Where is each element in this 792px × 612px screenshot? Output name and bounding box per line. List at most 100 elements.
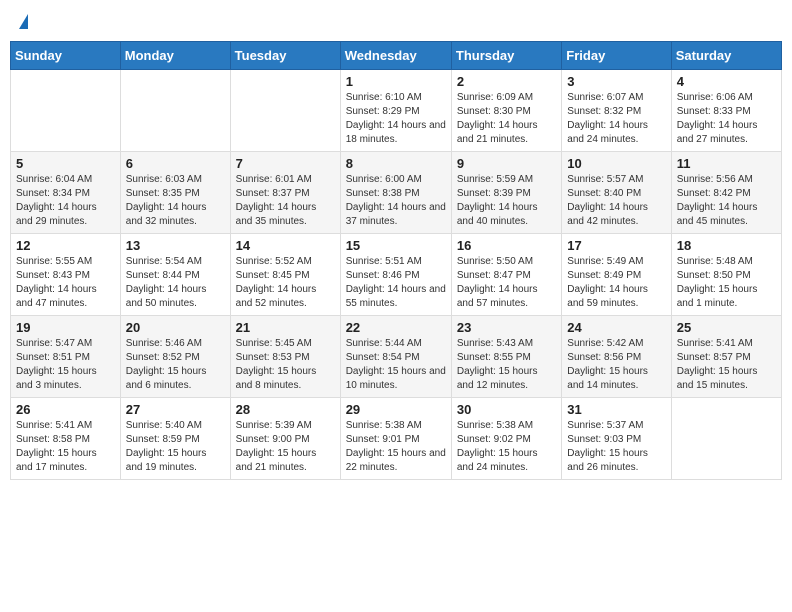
calendar-week-row: 19 Sunrise: 5:47 AMSunset: 8:51 PMDayligh… (11, 316, 782, 398)
calendar-week-row: 26Sunrise: 5:41 AMSunset: 8:58 PMDayligh… (11, 398, 782, 480)
day-info: Sunrise: 5:45 AMSunset: 8:53 PMDaylight:… (236, 337, 335, 393)
day-info: Sunrise: 5:38 AMSunset: 9:02 PMDaylight:… (457, 419, 556, 475)
calendar-week-row: 12 Sunrise: 5:55 AMSunset: 8:43 PMDayligh… (11, 234, 782, 316)
day-number: 16 (457, 238, 556, 253)
day-info: Sunrise: 5:46 AMSunset: 8:52 PMDaylight:… (126, 337, 225, 393)
calendar-cell (120, 70, 230, 152)
calendar-cell: 13 Sunrise: 5:54 AMSunset: 8:44 PMDayligh… (120, 234, 230, 316)
day-info: Sunrise: 6:09 AMSunset: 8:30 PMDaylight:… (457, 91, 556, 147)
day-info: Sunrise: 5:50 AMSunset: 8:47 PMDaylight:… (457, 255, 556, 311)
day-info: Sunrise: 5:51 AMSunset: 8:46 PMDaylight:… (346, 255, 446, 311)
page-header (10, 10, 782, 33)
day-number: 30 (457, 402, 556, 417)
day-number: 20 (126, 320, 225, 335)
day-number: 8 (346, 156, 446, 171)
calendar-header-row: SundayMondayTuesdayWednesdayThursdayFrid… (11, 42, 782, 70)
calendar-cell: 2 Sunrise: 6:09 AMSunset: 8:30 PMDaylight… (451, 70, 561, 152)
day-number: 2 (457, 74, 556, 89)
day-info: Sunrise: 5:57 AMSunset: 8:40 PMDaylight:… (567, 173, 665, 229)
calendar-cell: 7 Sunrise: 6:01 AMSunset: 8:37 PMDaylight… (230, 152, 340, 234)
calendar-cell: 15 Sunrise: 5:51 AMSunset: 8:46 PMDayligh… (340, 234, 451, 316)
calendar-cell: 5Sunrise: 6:04 AMSunset: 8:34 PMDaylight… (11, 152, 121, 234)
day-number: 5 (16, 156, 115, 171)
day-info: Sunrise: 5:40 AMSunset: 8:59 PMDaylight:… (126, 419, 225, 475)
day-number: 18 (677, 238, 776, 253)
day-number: 19 (16, 320, 115, 335)
day-info: Sunrise: 5:39 AMSunset: 9:00 PMDaylight:… (236, 419, 335, 475)
calendar-cell: 21 Sunrise: 5:45 AMSunset: 8:53 PMDayligh… (230, 316, 340, 398)
calendar-cell: 24Sunrise: 5:42 AMSunset: 8:56 PMDayligh… (562, 316, 671, 398)
weekday-header-sunday: Sunday (11, 42, 121, 70)
calendar-cell: 1 Sunrise: 6:10 AMSunset: 8:29 PMDaylight… (340, 70, 451, 152)
calendar-cell (671, 398, 781, 480)
calendar-cell: 3 Sunrise: 6:07 AMSunset: 8:32 PMDaylight… (562, 70, 671, 152)
day-info: Sunrise: 5:48 AMSunset: 8:50 PMDaylight:… (677, 255, 776, 311)
day-info: Sunrise: 5:54 AMSunset: 8:44 PMDaylight:… (126, 255, 225, 311)
day-number: 1 (346, 74, 446, 89)
calendar-cell: 11Sunrise: 5:56 AMSunset: 8:42 PMDayligh… (671, 152, 781, 234)
day-number: 23 (457, 320, 556, 335)
calendar-cell: 14 Sunrise: 5:52 AMSunset: 8:45 PMDayligh… (230, 234, 340, 316)
weekday-header-wednesday: Wednesday (340, 42, 451, 70)
weekday-header-tuesday: Tuesday (230, 42, 340, 70)
calendar-cell: 22 Sunrise: 5:44 AMSunset: 8:54 PMDayligh… (340, 316, 451, 398)
day-info: Sunrise: 5:55 AMSunset: 8:43 PMDaylight:… (16, 255, 115, 311)
day-number: 12 (16, 238, 115, 253)
day-number: 29 (346, 402, 446, 417)
weekday-header-friday: Friday (562, 42, 671, 70)
calendar-cell: 29Sunrise: 5:38 AMSunset: 9:01 PMDayligh… (340, 398, 451, 480)
calendar-body: 1 Sunrise: 6:10 AMSunset: 8:29 PMDaylight… (11, 70, 782, 480)
calendar-cell: 19 Sunrise: 5:47 AMSunset: 8:51 PMDayligh… (11, 316, 121, 398)
calendar-cell: 8 Sunrise: 6:00 AMSunset: 8:38 PMDaylight… (340, 152, 451, 234)
calendar-cell: 25Sunrise: 5:41 AMSunset: 8:57 PMDayligh… (671, 316, 781, 398)
day-info: Sunrise: 5:52 AMSunset: 8:45 PMDaylight:… (236, 255, 335, 311)
calendar-cell (11, 70, 121, 152)
day-number: 17 (567, 238, 665, 253)
day-number: 3 (567, 74, 665, 89)
day-number: 21 (236, 320, 335, 335)
calendar-cell: 10 Sunrise: 5:57 AMSunset: 8:40 PMDayligh… (562, 152, 671, 234)
logo (18, 14, 29, 29)
calendar-week-row: 1 Sunrise: 6:10 AMSunset: 8:29 PMDaylight… (11, 70, 782, 152)
day-number: 28 (236, 402, 335, 417)
day-number: 10 (567, 156, 665, 171)
day-info: Sunrise: 6:10 AMSunset: 8:29 PMDaylight:… (346, 91, 446, 147)
day-number: 14 (236, 238, 335, 253)
day-number: 31 (567, 402, 665, 417)
day-info: Sunrise: 5:47 AMSunset: 8:51 PMDaylight:… (16, 337, 115, 393)
day-number: 15 (346, 238, 446, 253)
calendar-cell: 4 Sunrise: 6:06 AMSunset: 8:33 PMDaylight… (671, 70, 781, 152)
calendar-cell: 30 Sunrise: 5:38 AMSunset: 9:02 PMDayligh… (451, 398, 561, 480)
calendar-cell: 6 Sunrise: 6:03 AMSunset: 8:35 PMDaylight… (120, 152, 230, 234)
day-info: Sunrise: 5:56 AMSunset: 8:42 PMDaylight:… (677, 173, 776, 229)
day-info: Sunrise: 6:00 AMSunset: 8:38 PMDaylight:… (346, 173, 446, 229)
weekday-header-saturday: Saturday (671, 42, 781, 70)
day-number: 24 (567, 320, 665, 335)
day-info: Sunrise: 6:07 AMSunset: 8:32 PMDaylight:… (567, 91, 665, 147)
day-info: Sunrise: 6:06 AMSunset: 8:33 PMDaylight:… (677, 91, 776, 147)
calendar-cell: 20 Sunrise: 5:46 AMSunset: 8:52 PMDayligh… (120, 316, 230, 398)
day-info: Sunrise: 5:37 AMSunset: 9:03 PMDaylight:… (567, 419, 665, 475)
day-number: 7 (236, 156, 335, 171)
calendar-cell (230, 70, 340, 152)
weekday-header-thursday: Thursday (451, 42, 561, 70)
day-info: Sunrise: 5:43 AMSunset: 8:55 PMDaylight:… (457, 337, 556, 393)
day-info: Sunrise: 5:59 AMSunset: 8:39 PMDaylight:… (457, 173, 556, 229)
weekday-header-monday: Monday (120, 42, 230, 70)
day-number: 4 (677, 74, 776, 89)
day-number: 13 (126, 238, 225, 253)
calendar-cell: 12 Sunrise: 5:55 AMSunset: 8:43 PMDayligh… (11, 234, 121, 316)
day-number: 25 (677, 320, 776, 335)
calendar-cell: 28 Sunrise: 5:39 AMSunset: 9:00 PMDayligh… (230, 398, 340, 480)
calendar-cell: 17Sunrise: 5:49 AMSunset: 8:49 PMDayligh… (562, 234, 671, 316)
calendar-cell: 31 Sunrise: 5:37 AMSunset: 9:03 PMDayligh… (562, 398, 671, 480)
calendar-cell: 16 Sunrise: 5:50 AMSunset: 8:47 PMDayligh… (451, 234, 561, 316)
calendar-cell: 9Sunrise: 5:59 AMSunset: 8:39 PMDaylight… (451, 152, 561, 234)
day-info: Sunrise: 6:03 AMSunset: 8:35 PMDaylight:… (126, 173, 225, 229)
day-number: 6 (126, 156, 225, 171)
day-info: Sunrise: 6:01 AMSunset: 8:37 PMDaylight:… (236, 173, 335, 229)
day-info: Sunrise: 5:44 AMSunset: 8:54 PMDaylight:… (346, 337, 446, 393)
day-number: 26 (16, 402, 115, 417)
calendar-cell: 27Sunrise: 5:40 AMSunset: 8:59 PMDayligh… (120, 398, 230, 480)
day-number: 22 (346, 320, 446, 335)
